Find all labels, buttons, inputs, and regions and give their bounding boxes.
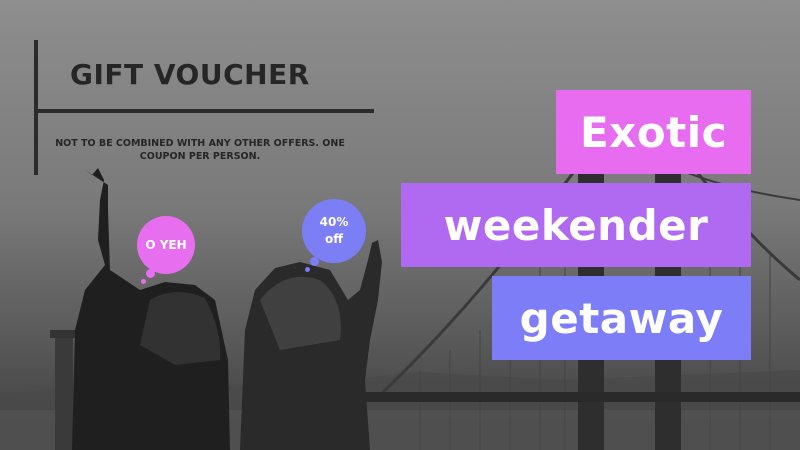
bubble-left-text: O YEH: [145, 237, 187, 252]
bubble-right-tail: [310, 257, 319, 266]
headline-line-2: weekender: [401, 183, 751, 267]
voucher-title: GIFT VOUCHER: [70, 58, 310, 91]
bubble-left-tail: [146, 269, 155, 278]
discount-percent: 40%: [319, 215, 349, 229]
bubble-left-tail-small: [141, 279, 146, 284]
bubble-right-tail-small: [305, 267, 310, 272]
voucher-terms: NOT TO BE COMBINED WITH ANY OTHER OFFERS…: [55, 138, 345, 162]
discount-off: off: [325, 232, 343, 246]
frame-horizontal-line: [34, 109, 374, 113]
headline-text-2: weekender: [443, 200, 709, 250]
speech-bubble-left: O YEH: [137, 216, 195, 274]
frame-vertical-line: [34, 40, 38, 175]
voucher-canvas: GIFT VOUCHER NOT TO BE COMBINED WITH ANY…: [0, 0, 800, 450]
headline-text-3: getaway: [519, 293, 724, 343]
headline-line-3: getaway: [492, 276, 751, 360]
headline-text-1: Exotic: [579, 107, 727, 157]
headline-line-1: Exotic: [556, 90, 751, 174]
speech-bubble-discount: 40% off: [302, 199, 366, 263]
